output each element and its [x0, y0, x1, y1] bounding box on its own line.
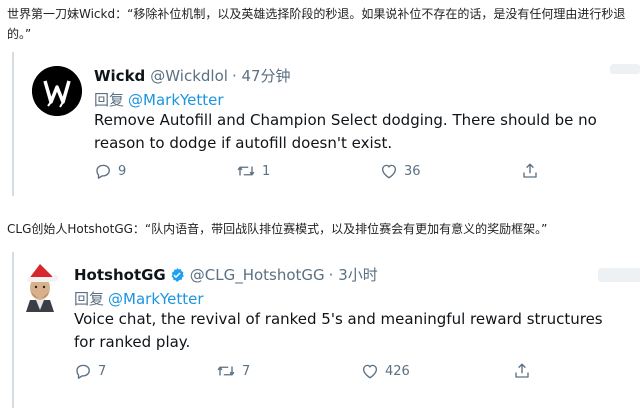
retweet-button[interactable]: 7: [216, 362, 361, 380]
tweet-text: Voice chat, the revival of ranked 5's an…: [74, 310, 603, 351]
author-name[interactable]: HotshotGG: [74, 266, 166, 284]
reply-mention[interactable]: @MarkYetter: [128, 91, 224, 109]
tweet-card-wickd[interactable]: Wickd @Wickdlol · 47分钟 回复 @MarkYetter Rem…: [12, 52, 640, 196]
tweet-actions: 7 7 426: [74, 362, 531, 380]
like-button[interactable]: 36: [380, 162, 521, 180]
retweet-count: 1: [262, 163, 271, 179]
tweet-time[interactable]: · 47分钟: [232, 65, 291, 86]
blurred-menu: [598, 268, 640, 282]
caption-hotshotgg: CLG创始人HotshotGG：“队内语音，带回战队排位赛模式，以及排位赛会有更…: [7, 222, 548, 236]
avatar-wickd[interactable]: [32, 66, 82, 116]
avatar-hotshotgg[interactable]: [16, 260, 64, 316]
tweet-actions: 9 1 36: [94, 162, 539, 180]
reply-line: 回复 @MarkYetter: [74, 288, 204, 309]
like-icon: [362, 364, 378, 379]
reply-icon: [76, 364, 90, 379]
share-button[interactable]: [521, 162, 539, 180]
tweet-card-hotshotgg[interactable]: HotshotGG @CLG_HotshotGG · 3小时 回复 @MarkYe…: [12, 252, 640, 408]
blurred-menu: [610, 64, 640, 74]
tweet-time[interactable]: · 3小时: [329, 264, 378, 285]
share-icon: [515, 363, 529, 378]
like-count: 36: [404, 163, 421, 179]
author-handle[interactable]: @Wickdlol: [150, 67, 228, 85]
like-icon: [381, 164, 397, 179]
reply-button[interactable]: 9: [94, 162, 236, 180]
retweet-icon: [217, 366, 235, 376]
caption-wickd: 世界第一刀妹Wickd：“移除补位机制，以及英雄选择阶段的秒退。如果说补位不存在…: [7, 7, 626, 41]
reply-prefix: 回复: [74, 290, 105, 308]
like-count: 426: [385, 363, 410, 379]
tweet-header: Wickd @Wickdlol · 47分钟: [94, 65, 291, 86]
reply-icon: [96, 164, 110, 179]
retweet-icon: [237, 166, 255, 176]
retweet-count: 7: [242, 363, 251, 379]
author-handle[interactable]: @CLG_HotshotGG: [190, 266, 325, 284]
reply-button[interactable]: 7: [74, 362, 216, 380]
reply-count: 9: [118, 163, 127, 179]
tweet-header: HotshotGG @CLG_HotshotGG · 3小时: [74, 264, 378, 285]
verified-badge-icon: [169, 267, 185, 283]
reply-count: 7: [98, 363, 107, 379]
reply-mention[interactable]: @MarkYetter: [108, 290, 204, 308]
reply-prefix: 回复: [94, 91, 125, 109]
reply-line: 回复 @MarkYetter: [94, 89, 224, 110]
retweet-button[interactable]: 1: [236, 162, 380, 180]
like-button[interactable]: 426: [361, 362, 513, 380]
share-button[interactable]: [513, 362, 531, 380]
share-icon: [523, 163, 537, 178]
tweet-text: Remove Autofill and Champion Select dodg…: [94, 111, 597, 152]
author-name[interactable]: Wickd: [94, 67, 145, 85]
